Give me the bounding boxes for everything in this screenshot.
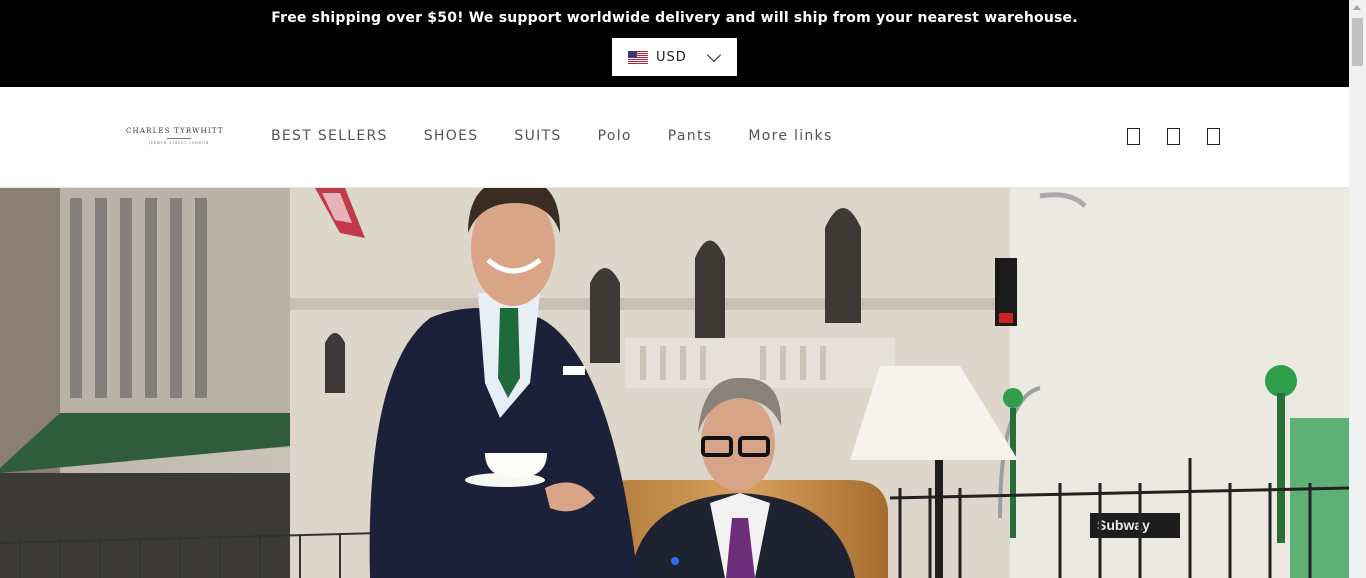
logo-divider (167, 138, 191, 139)
hero-banner: Subway (0, 188, 1349, 578)
scroll-thumb[interactable] (1352, 18, 1363, 66)
currency-selector[interactable]: USD (612, 38, 737, 76)
main-nav: BEST SELLERS SHOES SUITS Polo Pants More… (271, 128, 869, 144)
account-icon[interactable] (1167, 128, 1180, 145)
slider-dot[interactable] (671, 557, 679, 565)
hero-image: Subway (0, 188, 1349, 578)
chevron-down-icon (706, 47, 722, 63)
nav-best-sellers[interactable]: BEST SELLERS (271, 128, 388, 144)
nav-more-links[interactable]: More links (748, 128, 832, 144)
nav-polo[interactable]: Polo (598, 128, 632, 144)
subway-sign: Subway (1097, 517, 1150, 533)
logo-name: CHARLES TYRWHITT (126, 127, 224, 135)
nav-shoes[interactable]: SHOES (424, 128, 479, 144)
site-header: CHARLES TYRWHITT JERMYN STREET LONDON BE… (0, 87, 1349, 188)
scrollbar[interactable] (1349, 0, 1366, 578)
nav-pants[interactable]: Pants (668, 128, 713, 144)
header-icons (1127, 128, 1247, 145)
us-flag-icon (628, 50, 648, 64)
announcement-text: Free shipping over $50! We support world… (271, 10, 1078, 26)
search-icon[interactable] (1127, 128, 1140, 145)
logo[interactable]: CHARLES TYRWHITT JERMYN STREET LONDON (126, 127, 232, 149)
currency-code: USD (656, 49, 687, 65)
cart-icon[interactable] (1207, 128, 1220, 145)
scroll-up-arrow-icon[interactable] (1353, 5, 1361, 10)
announcement-bar: Free shipping over $50! We support world… (0, 0, 1349, 87)
logo-subtitle: JERMYN STREET LONDON (148, 141, 210, 145)
nav-suits[interactable]: SUITS (514, 128, 561, 144)
